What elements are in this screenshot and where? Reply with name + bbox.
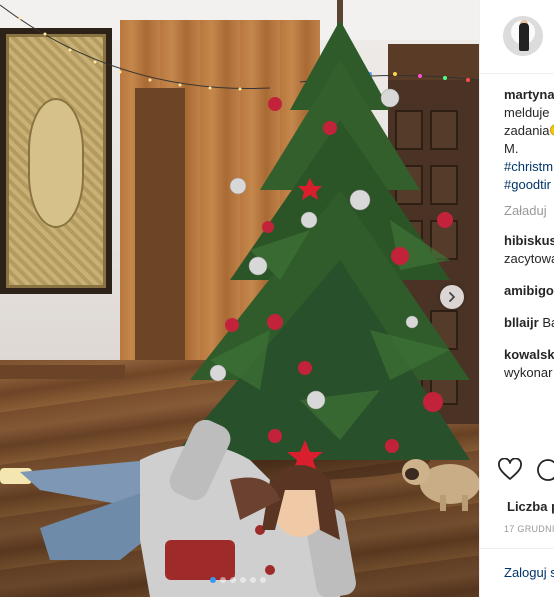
load-more-comments[interactable]: Załaduj: [504, 202, 554, 220]
heart-icon[interactable]: [498, 458, 522, 482]
comment-username[interactable]: amibigo: [504, 282, 554, 300]
comment-username[interactable]: bllaijr: [504, 315, 539, 330]
post-actions: [498, 458, 554, 488]
caption-line: melduje: [504, 105, 550, 120]
likes-count[interactable]: Liczba p: [507, 499, 554, 514]
comment-text: Ba: [542, 315, 554, 330]
post-photo[interactable]: [0, 0, 479, 597]
post-header: [480, 0, 554, 74]
login-link[interactable]: Zaloguj s: [504, 565, 554, 580]
post-caption: martyna melduje zadania M. #christm #goo…: [504, 86, 554, 194]
christmas-tree: [170, 0, 470, 472]
carousel-indicators: [210, 577, 266, 583]
comment: amibigo: [504, 282, 554, 300]
carousel-dot[interactable]: [230, 577, 236, 583]
comment: hibiskus zacytowa: [504, 232, 554, 268]
carousel-dot[interactable]: [260, 577, 266, 583]
post-date: 17 GRUDNI: [504, 524, 554, 534]
comment-username[interactable]: kowalsk: [504, 346, 554, 364]
carousel-dot[interactable]: [220, 577, 226, 583]
pug-dog: [402, 459, 479, 511]
comment-icon[interactable]: [536, 458, 554, 482]
emoji-icon: [549, 124, 554, 136]
comment-text: wykonar: [504, 365, 553, 380]
comment-text: zacytowa: [504, 251, 554, 266]
girl-lying-on-floor: [0, 420, 356, 597]
comment: kowalsk wykonar: [504, 346, 554, 382]
carousel-dot[interactable]: [240, 577, 246, 583]
hashtag-link[interactable]: #christm: [504, 158, 554, 176]
carousel-dot[interactable]: [210, 577, 216, 583]
next-slide-button[interactable]: [440, 285, 464, 309]
divider: [480, 548, 554, 549]
hashtag-link[interactable]: #goodtir: [504, 176, 554, 194]
caption-line: zadania: [504, 123, 550, 138]
carousel-dot[interactable]: [250, 577, 256, 583]
caption-line: M.: [504, 141, 519, 156]
caption-username[interactable]: martyna: [504, 87, 554, 102]
post-side-panel: martyna melduje zadania M. #christm #goo…: [479, 0, 554, 597]
comments-section: martyna melduje zadania M. #christm #goo…: [504, 86, 554, 396]
comment-username[interactable]: hibiskus: [504, 232, 554, 250]
comment: bllaijr Ba: [504, 314, 554, 332]
chevron-right-icon: [449, 292, 455, 302]
avatar[interactable]: [503, 16, 543, 56]
